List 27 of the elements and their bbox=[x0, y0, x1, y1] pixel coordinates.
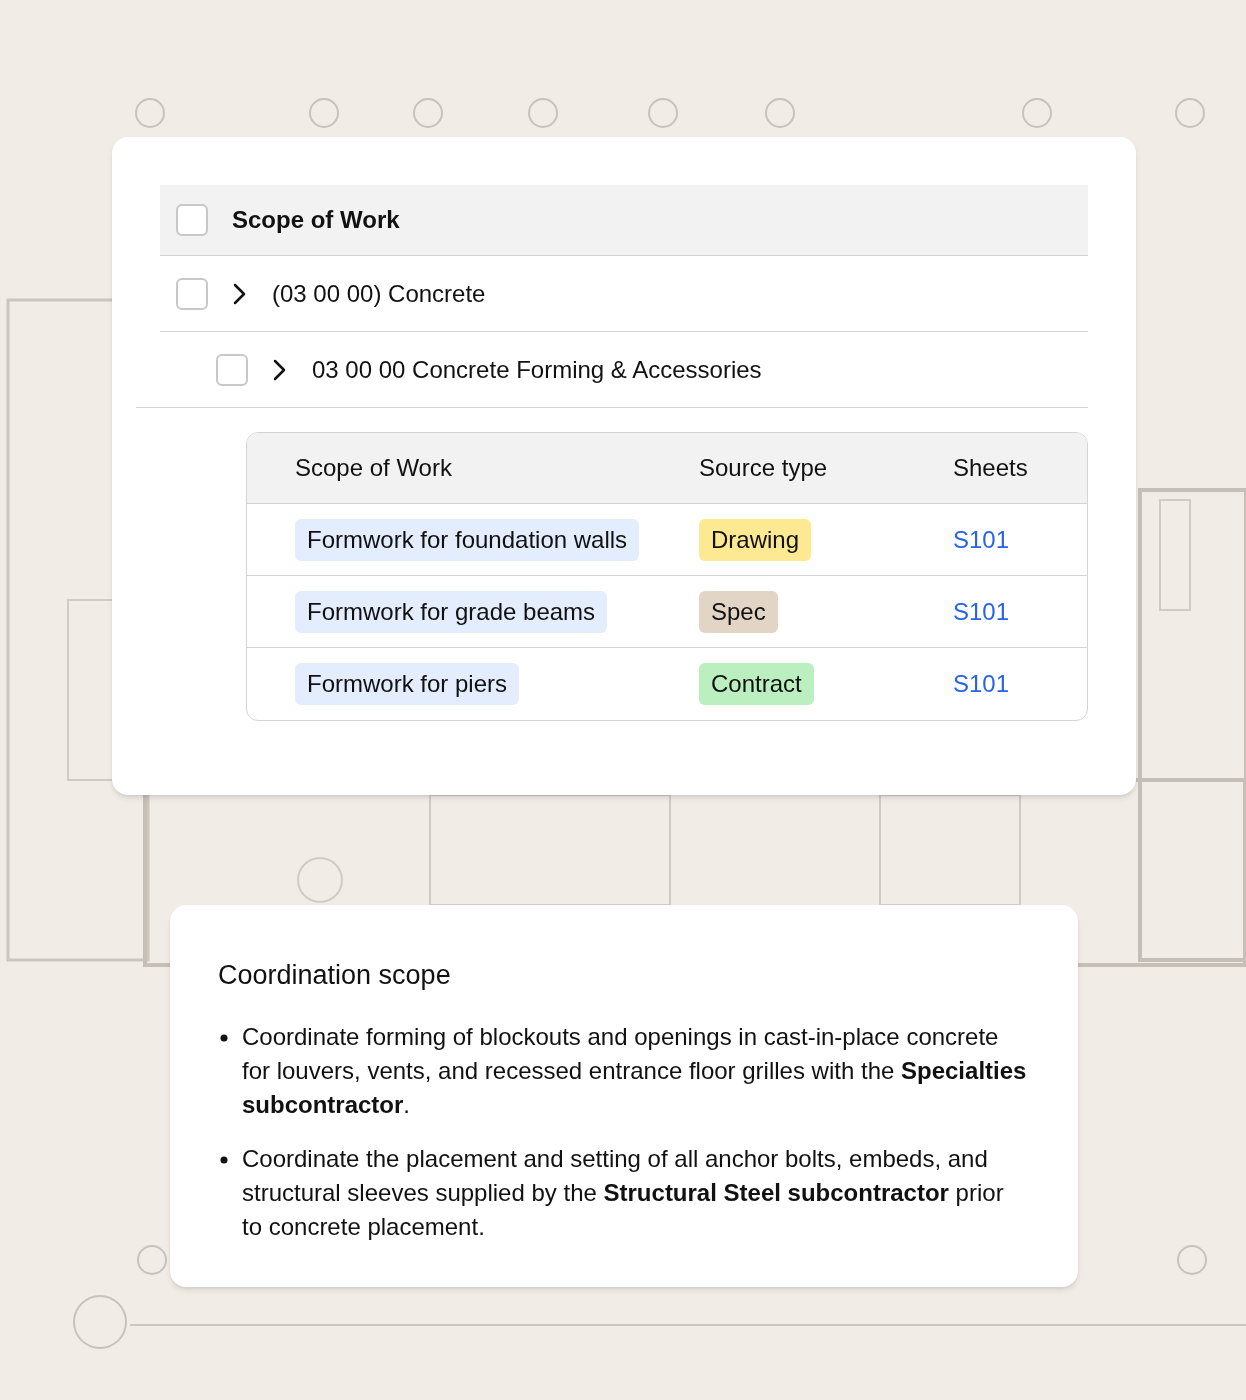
chevron-icon[interactable] bbox=[232, 281, 248, 306]
column-header: Source type bbox=[699, 453, 829, 483]
checkbox[interactable] bbox=[176, 277, 208, 310]
notes-title: Coordination scope bbox=[218, 959, 452, 992]
scope-tag: Formwork for grade beams bbox=[295, 590, 608, 633]
checkbox[interactable] bbox=[216, 353, 248, 386]
sheet-link[interactable]: S101 bbox=[953, 525, 1010, 553]
chevron-icon[interactable] bbox=[272, 357, 288, 382]
source-tag: Contract bbox=[699, 663, 814, 705]
tree-item[interactable]: 03 00 00 Concrete Forming & Accessories bbox=[216, 351, 762, 388]
column-header: Scope of Work bbox=[295, 453, 453, 483]
note-text: Coordinate the placement and setting of all anchor bolts, embeds, and structural sleeves supplied by the Structural Steel subcontractor prior to concrete placement. bbox=[242, 1143, 1005, 1242]
source-tag: Drawing bbox=[699, 518, 812, 561]
tree-item[interactable]: (03 00 00) Concrete bbox=[176, 275, 486, 312]
note-text: Coordinate forming of blockouts and openings in cast-in-place concrete for louvers, vents, and recessed entrance floor grilles with the Specialties subcontractor. bbox=[242, 1021, 1028, 1120]
sheet-link[interactable]: S101 bbox=[953, 670, 1010, 697]
column-header: Sheets bbox=[953, 453, 1029, 483]
bullet-icon bbox=[220, 1155, 228, 1164]
column-header: Scope of Work bbox=[232, 205, 400, 235]
scope-tag: Formwork for foundation walls bbox=[295, 518, 640, 561]
tree-item-label: (03 00 00) Concrete bbox=[272, 278, 486, 309]
tree-item-label: 03 00 00 Concrete Forming & Accessories bbox=[312, 354, 762, 385]
scope-tag: Formwork for piers bbox=[295, 663, 520, 705]
sheet-link[interactable]: S101 bbox=[953, 597, 1010, 625]
checkbox[interactable] bbox=[176, 204, 208, 236]
source-tag: Spec bbox=[699, 590, 778, 633]
bullet-icon bbox=[220, 1033, 228, 1042]
